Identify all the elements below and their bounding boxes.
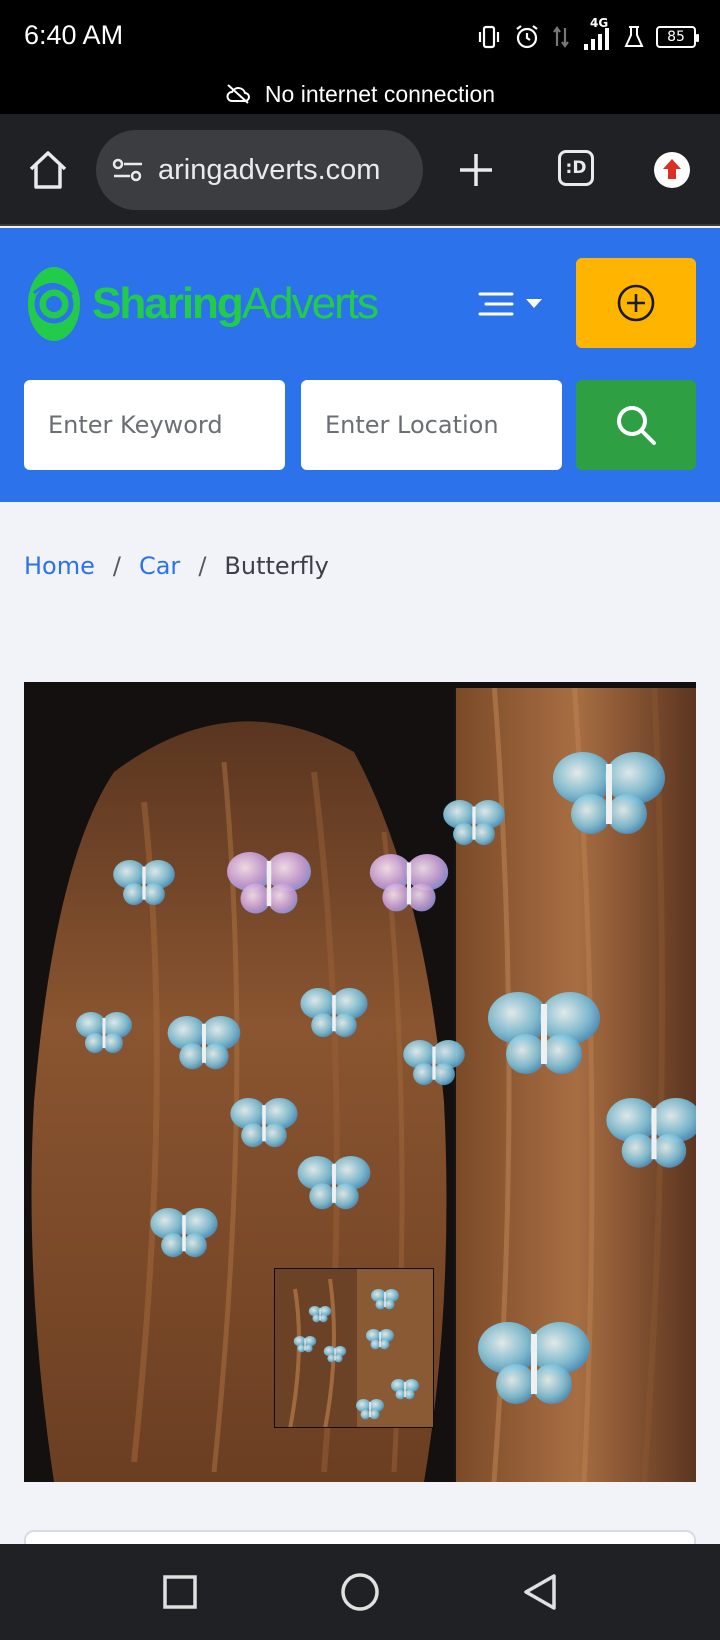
plus-circle-icon bbox=[617, 284, 655, 322]
update-arrow-icon[interactable] bbox=[654, 152, 690, 188]
battery-level: 85 bbox=[667, 29, 685, 45]
logo-text-light: Adverts bbox=[241, 279, 379, 328]
location-input[interactable] bbox=[301, 380, 562, 470]
status-bar: 6:40 AM 4G 85 bbox=[0, 0, 720, 74]
site-logo[interactable]: SharingAdverts bbox=[26, 264, 379, 344]
post-ad-button[interactable] bbox=[576, 258, 696, 348]
status-time: 6:40 AM bbox=[24, 20, 124, 50]
breadcrumb-home[interactable]: Home bbox=[24, 552, 95, 580]
signal-icon: 4G bbox=[582, 16, 612, 52]
menu-toggle-button[interactable] bbox=[478, 282, 548, 326]
breadcrumb: Home / Car / Butterfly bbox=[24, 552, 329, 580]
breadcrumb-separator: / bbox=[198, 552, 207, 580]
keyword-input[interactable] bbox=[24, 380, 285, 470]
alarm-icon bbox=[516, 25, 538, 49]
system-nav-bar bbox=[0, 1544, 720, 1640]
address-bar[interactable]: aringadverts.com bbox=[96, 130, 423, 210]
site-header: SharingAdverts bbox=[0, 228, 720, 502]
battery-icon: 85 bbox=[656, 26, 699, 48]
tab-switcher-icon[interactable]: :D bbox=[558, 150, 594, 186]
tab-switcher-label: :D bbox=[565, 158, 587, 178]
plus-icon[interactable] bbox=[456, 150, 496, 190]
site-settings-icon[interactable] bbox=[112, 156, 144, 184]
home-icon[interactable] bbox=[26, 148, 70, 192]
flask-icon bbox=[624, 26, 644, 47]
search-icon bbox=[617, 406, 656, 445]
home-circle-icon[interactable] bbox=[336, 1568, 384, 1616]
url-text: aringadverts.com bbox=[158, 153, 381, 186]
breadcrumb-separator: / bbox=[112, 552, 121, 580]
recents-icon[interactable] bbox=[156, 1568, 204, 1616]
vibrate-icon bbox=[478, 25, 500, 49]
breadcrumb-current: Butterfly bbox=[224, 552, 329, 580]
logo-icon bbox=[28, 267, 80, 341]
cloud-off-icon bbox=[226, 84, 250, 104]
offline-text: No internet connection bbox=[264, 80, 496, 107]
product-image[interactable] bbox=[24, 682, 696, 1482]
menu-lines-icon bbox=[478, 292, 514, 316]
back-icon[interactable] bbox=[516, 1568, 564, 1616]
logo-text-bold: Sharing bbox=[92, 279, 244, 328]
breadcrumb-category[interactable]: Car bbox=[139, 552, 180, 580]
caret-down-icon bbox=[526, 299, 542, 308]
data-arrows-icon bbox=[553, 26, 569, 48]
offline-banner: No internet connection bbox=[0, 74, 720, 114]
logo-text: SharingAdverts bbox=[92, 279, 379, 329]
search-button[interactable] bbox=[576, 380, 696, 470]
image-thumbnail[interactable] bbox=[274, 1268, 434, 1428]
browser-toolbar: aringadverts.com :D bbox=[0, 114, 720, 226]
status-icons: 4G 85 bbox=[476, 16, 699, 54]
